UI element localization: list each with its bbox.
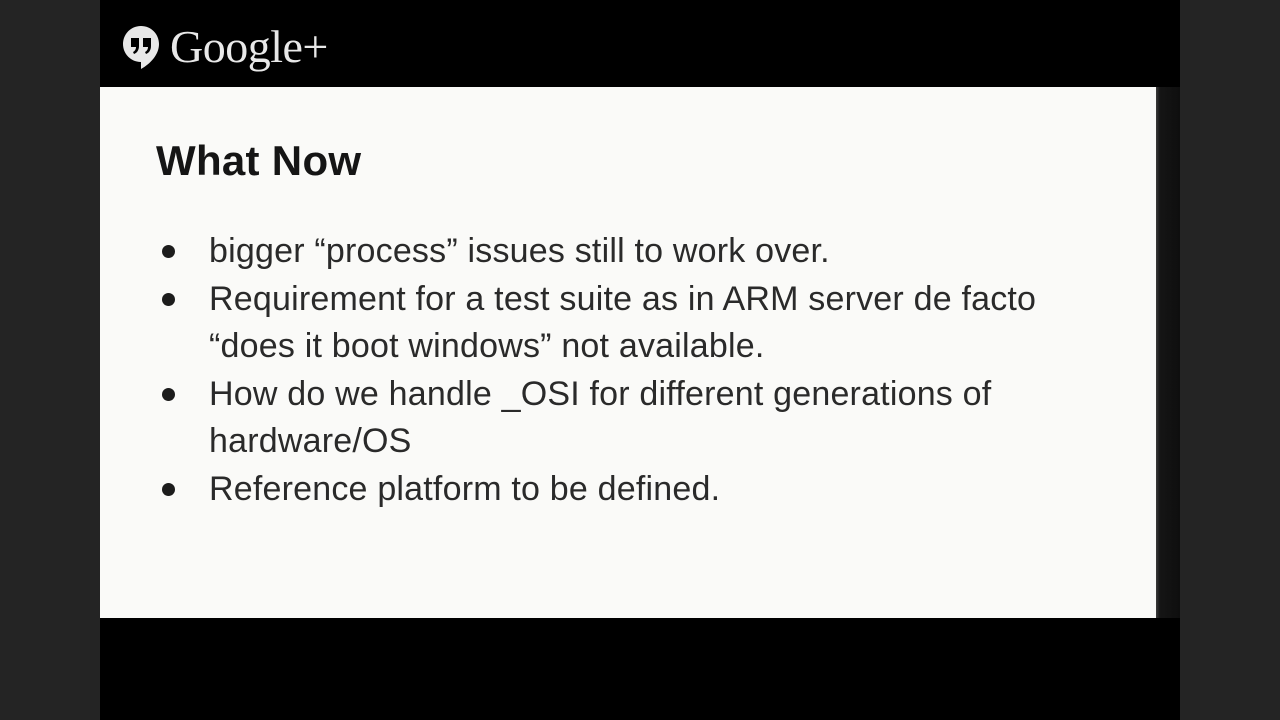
bullet-text: How do we handle _OSI for different gene… [209, 374, 992, 461]
bullet-dot [162, 245, 175, 258]
list-item: Requirement for a test suite as in ARM s… [156, 276, 1086, 371]
list-item: Reference platform to be defined. [156, 466, 1086, 514]
bullet-text: Requirement for a test suite as in ARM s… [209, 279, 1037, 366]
google-plus-branding: Google+ [122, 20, 328, 74]
slide-shadow-edge [1156, 87, 1180, 618]
slide-title: What Now [156, 137, 362, 184]
brand-wordmark: Google+ [170, 21, 328, 72]
video-player[interactable]: Google+ What Now bigger “process” issues… [100, 0, 1180, 720]
list-item: How do we handle _OSI for different gene… [156, 371, 1086, 466]
list-item: bigger “process” issues still to work ov… [156, 228, 1086, 276]
bullet-text: Reference platform to be defined. [209, 469, 721, 508]
video-viewport: Google+ What Now bigger “process” issues… [0, 0, 1280, 720]
bullet-list: bigger “process” issues still to work ov… [156, 228, 1086, 513]
bullet-dot [162, 387, 175, 401]
bullet-dot [162, 482, 175, 496]
bullet-dot [162, 292, 175, 306]
hangouts-quote-icon [122, 25, 160, 69]
presentation-slide: What Now bigger “process” issues still t… [100, 87, 1156, 618]
bullet-text: bigger “process” issues still to work ov… [209, 232, 830, 270]
